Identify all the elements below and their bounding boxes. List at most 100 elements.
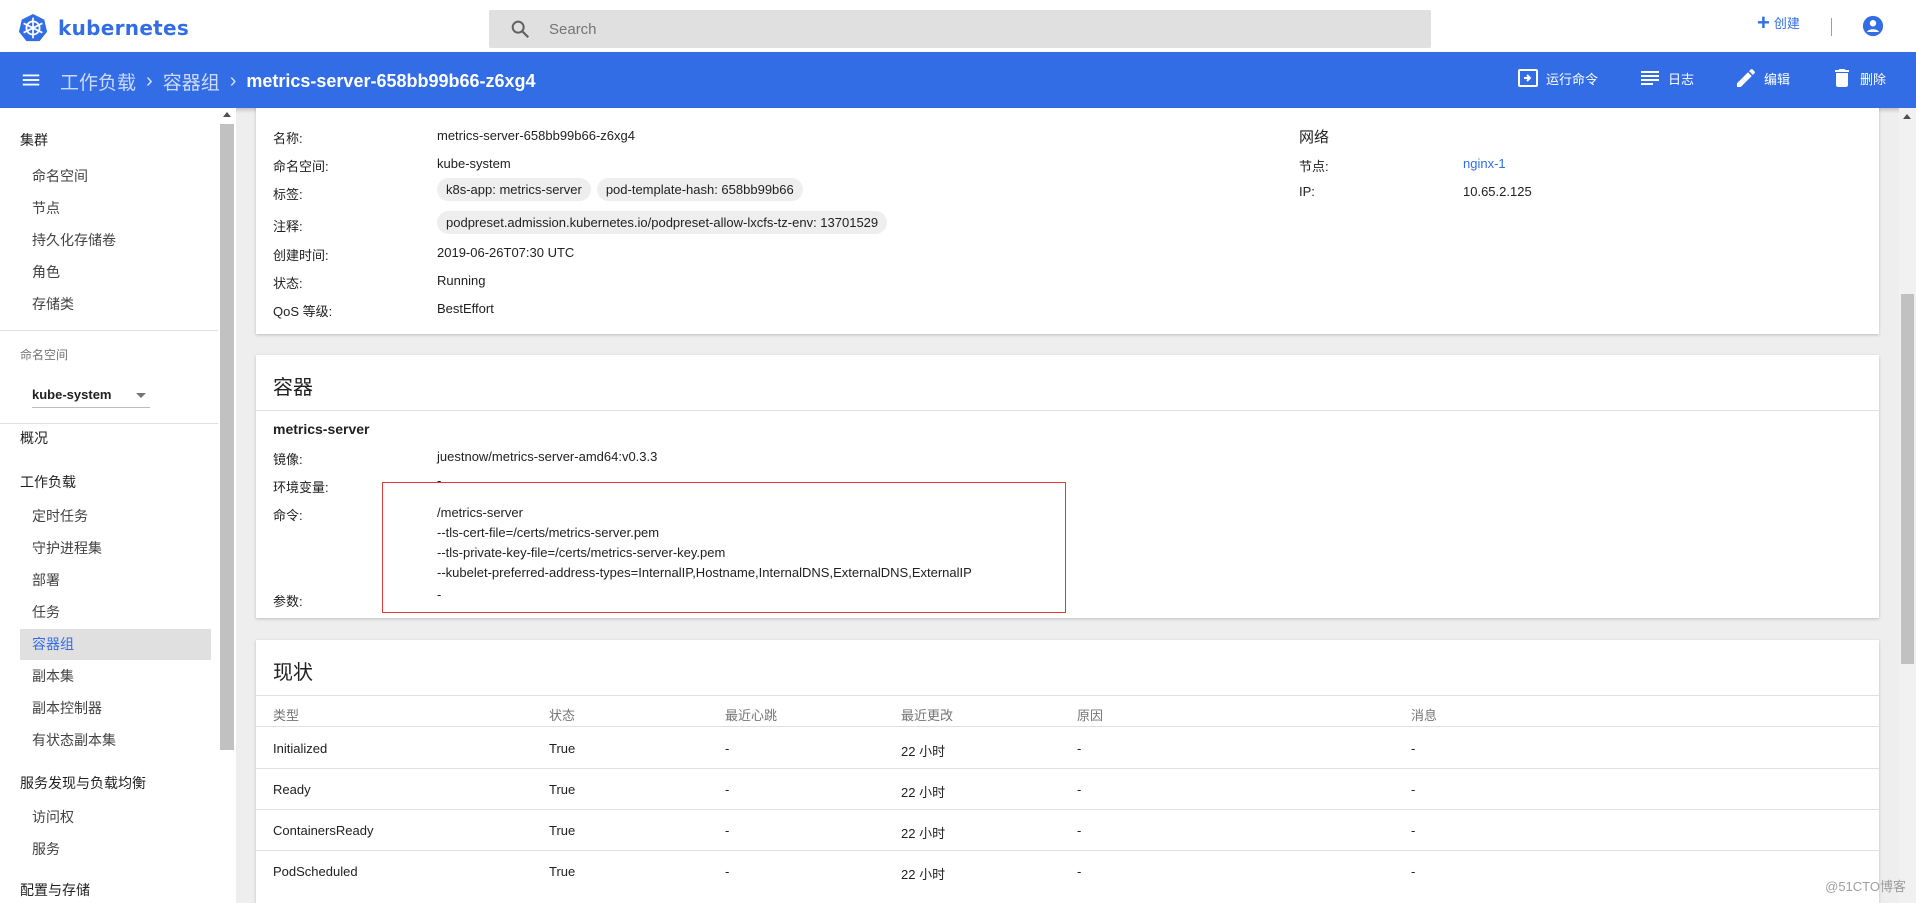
highlight-box [382, 482, 1066, 613]
node-link[interactable]: nginx-1 [1463, 156, 1506, 171]
sidebar-item-jobs[interactable]: 任务 [20, 597, 211, 628]
scroll-up-icon[interactable] [1903, 114, 1911, 119]
node-label: 节点: [1299, 159, 1329, 174]
sidebar-item-roles[interactable]: 角色 [20, 257, 211, 288]
logo-text: kubernetes [58, 16, 190, 40]
sidebar-item-services[interactable]: 服务 [20, 834, 211, 865]
delete-label: 删除 [1859, 71, 1886, 87]
conditions-title: 现状 [256, 640, 1879, 696]
cell-last-probe: - [725, 782, 730, 797]
sidebar-item-cronjobs[interactable]: 定时任务 [20, 501, 211, 532]
header-last-probe: 最近心跳 [725, 708, 778, 723]
sidebar-section-workloads[interactable]: 工作负载 [20, 472, 76, 492]
status-value: Running [437, 273, 486, 288]
table-row: ContainersReady True - 22 小时 - - [256, 810, 1879, 851]
cell-last-transition: 22 小时 [901, 867, 946, 882]
account-icon[interactable] [1862, 15, 1884, 37]
sidebar-section-discovery[interactable]: 服务发现与负载均衡 [20, 773, 146, 793]
create-button[interactable]: + 创建 [1757, 9, 1800, 35]
label-chip: k8s-app: metrics-server [437, 178, 591, 201]
sidebar-item-overview[interactable]: 概况 [20, 428, 48, 448]
cell-status: True [549, 782, 576, 797]
toolbar: 工作负载 › 容器组 › metrics-server-658bb99b66-z… [0, 52, 1916, 108]
containers-card: 容器 metrics-server 镜像: juestnow/metrics-s… [256, 355, 1879, 618]
create-label: 创建 [1773, 16, 1800, 31]
cell-last-transition: 22 小时 [901, 744, 946, 759]
ip-value: 10.65.2.125 [1463, 184, 1532, 199]
cell-type: Ready [273, 782, 311, 797]
exec-button[interactable]: 运行命令 [1516, 66, 1598, 90]
status-label: 状态: [273, 276, 303, 291]
cell-type: Initialized [273, 741, 328, 756]
plus-icon: + [1757, 9, 1770, 35]
sidebar-item-deployments[interactable]: 部署 [20, 565, 211, 596]
annotation-chip: podpreset.admission.kubernetes.io/podpre… [437, 211, 888, 234]
sidebar-section-cluster[interactable]: 集群 [20, 130, 48, 150]
cell-last-probe: - [725, 864, 730, 879]
breadcrumb-workloads[interactable]: 工作负载 [60, 68, 136, 95]
toolbar-actions: 运行命令 日志 编辑 删除 [1476, 66, 1886, 90]
sidebar-scrollbar[interactable] [218, 108, 236, 903]
args-label: 参数: [273, 594, 303, 609]
delete-button[interactable]: 删除 [1830, 66, 1886, 90]
sidebar-item-nodes[interactable]: 节点 [20, 193, 211, 224]
header-status: 状态 [549, 708, 576, 723]
sidebar-item-replicasets[interactable]: 副本集 [20, 661, 211, 692]
namespace-label: 命名空间: [273, 159, 329, 174]
sidebar-scroll-thumb[interactable] [220, 124, 234, 750]
divider [1831, 18, 1832, 36]
cell-last-transition: 22 小时 [901, 826, 946, 841]
breadcrumb-pods[interactable]: 容器组 [163, 68, 220, 95]
sidebar-item-persistent-volumes[interactable]: 持久化存储卷 [20, 225, 211, 256]
created-label: 创建时间: [273, 248, 329, 263]
label-chip: pod-template-hash: 658bb99b66 [596, 178, 803, 201]
logs-button[interactable]: 日志 [1638, 66, 1694, 90]
sidebar-item-storage-classes[interactable]: 存储类 [20, 289, 211, 320]
main-content: 名称: metrics-server-658bb99b66-z6xg4 命名空间… [236, 108, 1896, 903]
pod-name: metrics-server-658bb99b66-z6xg4 [437, 128, 635, 143]
top-bar: kubernetes + 创建 [0, 0, 1916, 52]
main-scrollbar[interactable] [1899, 108, 1916, 903]
caret-down-icon [136, 393, 146, 398]
cell-last-probe: - [725, 823, 730, 838]
kubernetes-logo[interactable]: kubernetes [18, 13, 189, 43]
cell-reason: - [1077, 782, 1082, 797]
table-row: PodScheduled True - 22 小时 - - [256, 851, 1879, 892]
sidebar-section-config-storage[interactable]: 配置与存储 [20, 880, 90, 900]
header-message: 消息 [1411, 708, 1438, 723]
conditions-card: 现状 类型 状态 最近心跳 最近更改 原因 消息 Initialized Tru… [256, 640, 1879, 903]
namespace-select[interactable]: kube-system [32, 378, 150, 408]
sidebar-item-namespaces[interactable]: 命名空间 [20, 161, 211, 192]
breadcrumb: 工作负载 › 容器组 › metrics-server-658bb99b66-z… [60, 68, 536, 95]
table-row: Initialized True - 22 小时 - - [256, 728, 1879, 769]
sidebar-item-daemonsets[interactable]: 守护进程集 [20, 533, 211, 564]
sidebar-item-ingresses[interactable]: 访问权 [20, 802, 211, 833]
search-bar[interactable] [489, 10, 1431, 48]
scroll-up-icon[interactable] [223, 112, 231, 117]
menu-icon[interactable] [20, 69, 42, 91]
pod-namespace: kube-system [437, 156, 511, 171]
annotations-list: podpreset.admission.kubernetes.io/podpre… [437, 211, 893, 234]
edit-button[interactable]: 编辑 [1734, 66, 1790, 90]
search-input[interactable] [549, 20, 1349, 38]
divider [0, 330, 218, 331]
labels-list: k8s-app: metrics-server pod-template-hash… [437, 178, 809, 201]
edit-icon [1736, 68, 1755, 87]
cell-status: True [549, 864, 576, 879]
sidebar-item-replication-controllers[interactable]: 副本控制器 [20, 693, 211, 724]
sidebar-item-pods[interactable]: 容器组 [20, 629, 211, 660]
cell-type: ContainersReady [273, 823, 374, 838]
main-scroll-thumb[interactable] [1901, 294, 1914, 664]
container-name: metrics-server [273, 421, 370, 437]
edit-label: 编辑 [1763, 71, 1790, 87]
sidebar-item-statefulsets[interactable]: 有状态副本集 [20, 725, 211, 756]
env-label: 环境变量: [273, 480, 329, 495]
cell-type: PodScheduled [273, 864, 358, 879]
exec-icon [1517, 69, 1538, 87]
cell-message: - [1411, 741, 1416, 756]
table-row: Ready True - 22 小时 - - [256, 769, 1879, 810]
logs-icon [1640, 71, 1659, 85]
namespace-value: kube-system [32, 387, 112, 402]
kubernetes-wheel-icon [18, 13, 48, 42]
cell-last-probe: - [725, 741, 730, 756]
